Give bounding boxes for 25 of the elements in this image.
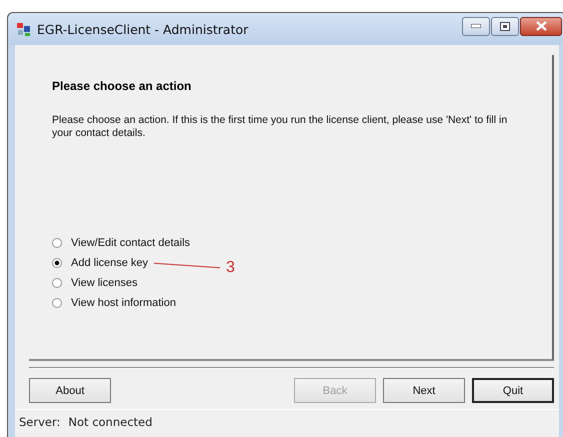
leader-line (154, 262, 220, 268)
window-title: EGR-LicenseClient - Administrator (37, 22, 250, 36)
page-description: Please choose an action. If this is the first time you run the license client, please use 'Next' to fill in your contact details. (52, 114, 508, 140)
option-label[interactable]: Add license key (71, 257, 148, 269)
maximize-button[interactable] (491, 16, 519, 36)
option-label[interactable]: View host information (71, 297, 176, 309)
status-value: Not connected (68, 415, 152, 429)
close-button[interactable] (520, 16, 562, 36)
close-icon (536, 21, 546, 31)
dialog-button[interactable]: About (29, 378, 111, 403)
dialog-button[interactable]: Next (383, 378, 465, 403)
radio-button[interactable] (52, 278, 62, 288)
dialog-button[interactable]: Quit (472, 378, 554, 403)
option-label[interactable]: View licenses (71, 277, 138, 289)
radio-button[interactable] (52, 238, 62, 248)
radio-button[interactable] (52, 258, 62, 268)
status-label: Server: (19, 415, 60, 429)
radio-button[interactable] (52, 298, 62, 308)
option-label[interactable]: View/Edit contact details (71, 237, 190, 249)
minimize-button[interactable] (462, 16, 490, 36)
maximize-icon (500, 22, 510, 30)
app-icon (16, 21, 32, 37)
annotation-number: 3 (226, 259, 235, 277)
minimize-icon (471, 24, 481, 28)
page-heading: Please choose an action (52, 79, 192, 93)
